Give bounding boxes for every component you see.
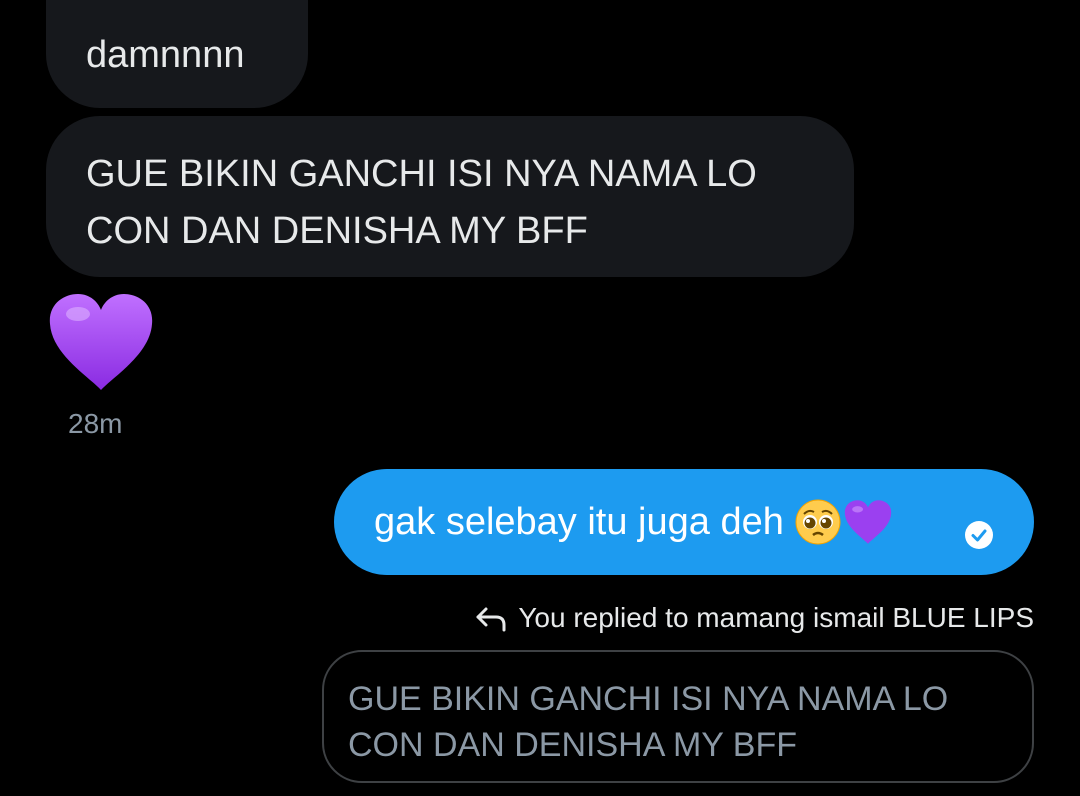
- incoming-message-bubble[interactable]: damnnnn: [46, 0, 308, 108]
- reply-context-label: You replied to mamang ismail BLUE LIPS: [474, 602, 1034, 634]
- seen-check-icon: [965, 521, 993, 549]
- purple-heart-icon: [844, 500, 892, 544]
- incoming-message-bubble[interactable]: GUE BIKIN GANCHI ISI NYA NAMA LO CON DAN…: [46, 116, 854, 277]
- quoted-text-line: GUE BIKIN GANCHI ISI NYA NAMA LO: [348, 680, 949, 718]
- message-emojis: [794, 498, 892, 546]
- message-text: gak selebay itu juga deh: [374, 500, 784, 543]
- reply-label-text: You replied to mamang ismail BLUE LIPS: [518, 602, 1034, 633]
- dm-conversation-view: damnnnn GUE BIKIN GANCHI ISI NYA NAMA LO…: [0, 0, 1080, 796]
- quoted-message[interactable]: GUE BIKIN GANCHI ISI NYA NAMA LO CON DAN…: [322, 650, 1034, 783]
- message-timestamp: 28m: [68, 408, 123, 439]
- quoted-text-line: CON DAN DENISHA MY BFF: [348, 726, 797, 764]
- message-text-line: GUE BIKIN GANCHI ISI NYA NAMA LO: [86, 153, 757, 195]
- outgoing-message-bubble[interactable]: gak selebay itu juga deh: [334, 469, 1034, 575]
- reply-arrow-icon: [476, 607, 506, 632]
- message-text: damnnnn: [86, 34, 245, 76]
- pleading-face-icon: [795, 499, 841, 545]
- purple-heart-icon[interactable]: [48, 292, 154, 392]
- message-text-line: CON DAN DENISHA MY BFF: [86, 210, 588, 252]
